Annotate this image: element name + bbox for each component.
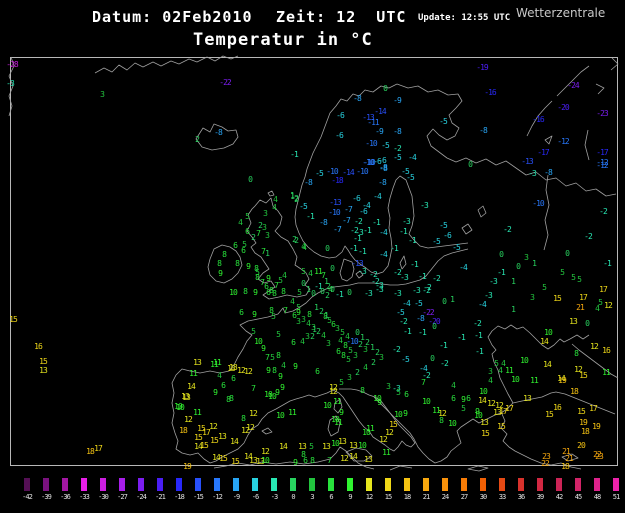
scale-segment — [233, 478, 239, 491]
scale-segment — [556, 478, 562, 491]
scale-segment — [138, 478, 144, 491]
scale-segment — [366, 478, 372, 491]
scale-segment — [24, 478, 30, 491]
scale-segment — [100, 478, 106, 491]
scale-tick-label: 9 — [348, 493, 352, 501]
scale-tick-label: 30 — [479, 493, 488, 501]
scale-tick-label: -24 — [136, 493, 147, 501]
scale-tick-label: 6 — [329, 493, 333, 501]
scale-segment — [461, 478, 467, 491]
scale-segment — [594, 478, 600, 491]
scale-segment — [499, 478, 505, 491]
temperature-scale-legend: -42 -39 -36 -33 -30 -27 -24 -21 -18 -15 -12 -9 -6 -3 0… — [0, 0, 625, 513]
scale-segment — [195, 478, 201, 491]
scale-tick-label: -6 — [251, 493, 260, 501]
scale-segment — [157, 478, 163, 491]
scale-tick-label: 21 — [422, 493, 431, 501]
scale-segment — [347, 478, 353, 491]
scale-tick-label: 27 — [460, 493, 469, 501]
scale-segment — [518, 478, 524, 491]
scale-segment — [480, 478, 486, 491]
scale-tick-label: 12 — [365, 493, 374, 501]
scale-tick-label: 36 — [517, 493, 526, 501]
scale-tick-label: -21 — [155, 493, 166, 501]
scale-segment — [537, 478, 543, 491]
scale-tick-label: 39 — [536, 493, 545, 501]
scale-tick-label: -39 — [41, 493, 52, 501]
scale-tick-label: -30 — [98, 493, 109, 501]
scale-segment — [62, 478, 68, 491]
scale-segment — [81, 478, 87, 491]
scale-tick-label: -15 — [193, 493, 204, 501]
scale-tick-label: -9 — [232, 493, 241, 501]
scale-tick-label: 24 — [441, 493, 450, 501]
scale-tick-label: -33 — [79, 493, 90, 501]
scale-segment — [309, 478, 315, 491]
scale-segment — [404, 478, 410, 491]
scale-segment — [290, 478, 296, 491]
scale-tick-label: -36 — [60, 493, 71, 501]
scale-tick-label: -12 — [212, 493, 223, 501]
scale-segment — [176, 478, 182, 491]
scale-tick-label: 48 — [593, 493, 602, 501]
scale-tick-label: -42 — [22, 493, 33, 501]
scale-segment — [119, 478, 125, 491]
scale-tick-label: 42 — [555, 493, 564, 501]
scale-segment — [442, 478, 448, 491]
scale-tick-label: 0 — [291, 493, 295, 501]
scale-tick-label: 51 — [612, 493, 621, 501]
scale-segment — [214, 478, 220, 491]
scale-tick-label: 45 — [574, 493, 583, 501]
scale-tick-label: -3 — [270, 493, 279, 501]
scale-tick-label: 33 — [498, 493, 507, 501]
scale-segment — [423, 478, 429, 491]
scale-tick-label: -27 — [117, 493, 128, 501]
scale-segment — [613, 478, 619, 491]
scale-segment — [252, 478, 258, 491]
scale-tick-label: 3 — [310, 493, 314, 501]
weather-map-page: Datum: 02Feb2010 Zeit: 12 UTC Update: 12… — [0, 0, 625, 513]
scale-segment — [328, 478, 334, 491]
scale-segment — [385, 478, 391, 491]
scale-segment — [43, 478, 49, 491]
scale-tick-label: 15 — [384, 493, 393, 501]
scale-segment — [271, 478, 277, 491]
scale-segment — [575, 478, 581, 491]
scale-tick-label: -18 — [174, 493, 185, 501]
scale-tick-label: 18 — [403, 493, 412, 501]
